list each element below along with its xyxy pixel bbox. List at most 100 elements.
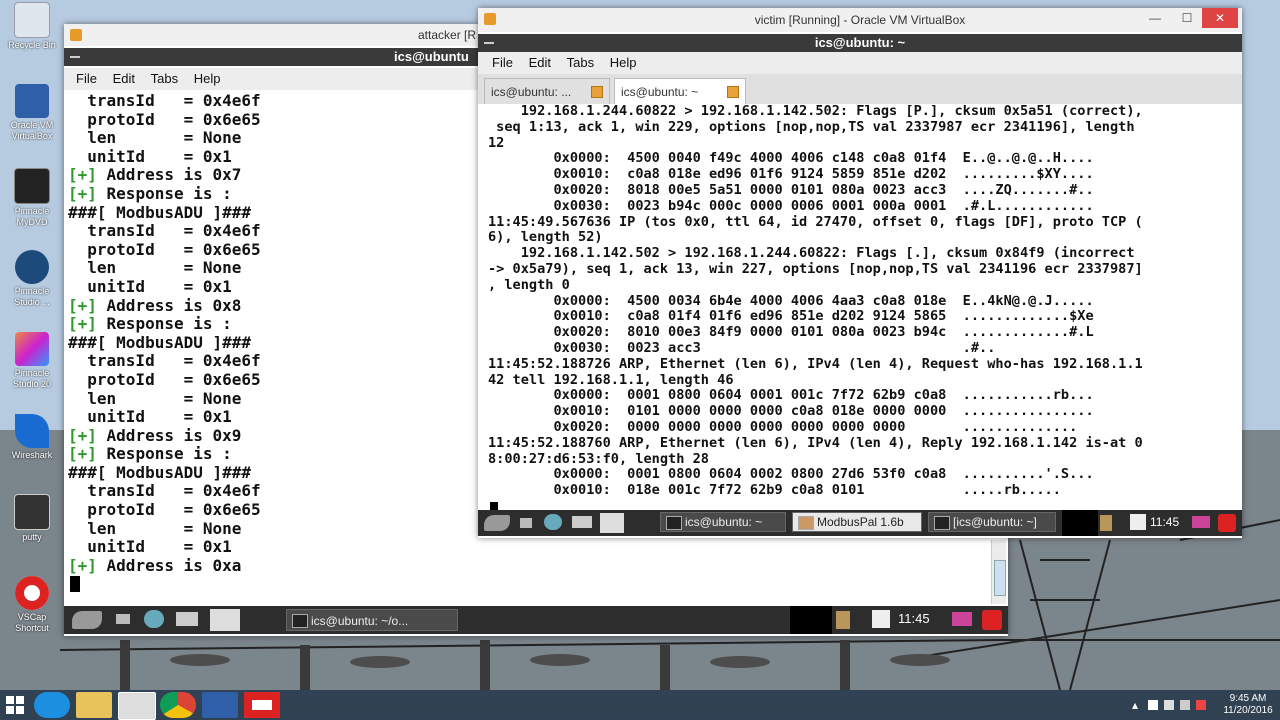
taskbar-button-terminal-active[interactable]: [ics@ubuntu: ~]	[928, 512, 1056, 532]
taskbar-button-modbuspal[interactable]: ModbusPal 1.6b	[792, 512, 922, 532]
desktop-icon-putty[interactable]: putty	[4, 494, 60, 543]
terminal-line: 192.168.1.244.60822 > 192.168.1.142.502:…	[488, 104, 1143, 119]
tray-chevron-icon[interactable]: ▴	[1132, 698, 1138, 712]
terminal-line: 0x0000: 0001 0800 0604 0002 0800 27d6 53…	[488, 466, 1094, 483]
victim-terminal-output[interactable]: 192.168.1.244.60822 > 192.168.1.142.502:…	[488, 104, 1238, 514]
scrollbar-thumb[interactable]	[994, 560, 1006, 596]
desktop-icon-pinnacle-mydvd[interactable]: Pinnacle MyDVD	[4, 168, 60, 228]
network-tray-icon[interactable]	[1164, 700, 1174, 710]
menu-edit[interactable]: Edit	[523, 52, 557, 70]
tab-terminal-2[interactable]: ics@ubuntu: ~	[614, 78, 746, 104]
taskbar-button-terminal[interactable]: ics@ubuntu: ~/o...	[286, 609, 458, 631]
status-prefix: [+]	[68, 425, 97, 445]
terminal-line: 0x0030: 0023 acc3 .#..	[488, 339, 996, 356]
minimize-all-icon[interactable]	[116, 614, 130, 624]
flag-tray-icon[interactable]	[1196, 700, 1206, 710]
line-text: Address is 0xa	[96, 555, 242, 575]
terminal-line: 192.168.1.142.502 > 192.168.1.244.60822:…	[488, 245, 1135, 262]
terminal-line: 0x0000: 0001 0800 0604 0001 001c 7f72 62…	[488, 387, 1094, 404]
internet-explorer-icon[interactable]	[34, 692, 70, 718]
terminal-line: seq 1:13, ack 1, win 229, options [nop,n…	[488, 118, 1135, 135]
terminal-line: 0x0020: 8010 00e3 84f9 0000 0101 080a 00…	[488, 324, 1094, 341]
terminal-line: 0x0000: 4500 0034 6b4e 4000 4006 4aa3 c0…	[488, 292, 1094, 309]
minimize-button[interactable]: —	[1140, 8, 1170, 28]
desktop-icon-vscap[interactable]: VSCap Shortcut	[4, 576, 60, 634]
virtualbox-icon	[70, 29, 82, 41]
desktop-icon-recycle-bin[interactable]: Recycle Bin	[4, 2, 60, 51]
terminal-icon	[666, 516, 682, 530]
clipboard-icon[interactable]	[1100, 515, 1112, 531]
windows-taskbar: ▴ 9:45 AM 11/20/2016	[0, 690, 1280, 720]
close-button[interactable]: ✕	[1202, 8, 1238, 28]
menu-help[interactable]: Help	[188, 68, 227, 86]
terminal-icon	[292, 614, 308, 628]
victim-tab-bar: ics@ubuntu: ... ics@ubuntu: ~	[478, 74, 1242, 104]
putty-icon	[14, 494, 50, 530]
volume-tray-icon[interactable]	[1180, 700, 1190, 710]
line-text: len = None	[68, 128, 242, 148]
menu-tabs[interactable]: Tabs	[561, 52, 600, 70]
tab-terminal-1[interactable]: ics@ubuntu: ...	[484, 78, 610, 104]
desktop-icon-pinnacle-studio-20[interactable]: Pinnacle Studio 20	[4, 332, 60, 390]
desktop-icon-wireshark[interactable]: Wireshark	[4, 414, 60, 461]
line-text: Response is :	[96, 183, 232, 203]
action-center-icon[interactable]	[1148, 700, 1158, 710]
menu-edit[interactable]: Edit	[107, 68, 141, 86]
play-icon	[15, 332, 49, 366]
media-app-icon[interactable]	[118, 692, 156, 720]
close-tab-icon[interactable]	[591, 86, 603, 98]
system-clock[interactable]: 9:45 AM 11/20/2016	[1220, 693, 1276, 717]
desktop-switch-icon[interactable]	[210, 609, 240, 631]
clipboard-icon[interactable]	[836, 611, 850, 629]
virtualbox-taskbar-icon[interactable]	[202, 692, 238, 718]
desktop-icon-virtualbox[interactable]: Oracle VM VirtualBox	[4, 84, 60, 142]
lxde-menu-icon[interactable]	[484, 515, 510, 531]
studio-icon	[15, 250, 49, 284]
screen-icon[interactable]	[952, 612, 972, 626]
lxde-menu-icon[interactable]	[72, 611, 102, 629]
record-icon	[15, 576, 49, 610]
windows-start-icon[interactable]	[6, 696, 24, 714]
close-tab-icon[interactable]	[727, 86, 739, 98]
attacker-scrollbar[interactable]	[991, 540, 1006, 604]
terminal-line: 42 tell 192.168.1.1, length 46	[488, 371, 734, 388]
search-icon[interactable]	[872, 610, 890, 628]
file-explorer-icon[interactable]	[76, 692, 112, 718]
chrome-icon[interactable]	[160, 692, 196, 718]
power-icon[interactable]	[982, 610, 1002, 630]
victim-window-titlebar[interactable]: victim [Running] - Oracle VM VirtualBox …	[478, 8, 1242, 32]
workspace-icon[interactable]	[176, 612, 198, 626]
workspace-icon[interactable]	[572, 516, 592, 528]
window-menu-icon[interactable]	[484, 42, 494, 44]
menu-help[interactable]: Help	[604, 52, 643, 70]
taskbar-button-terminal[interactable]: ics@ubuntu: ~	[660, 512, 786, 532]
screen-icon[interactable]	[1192, 516, 1210, 528]
window-menu-icon[interactable]	[70, 56, 80, 58]
line-text: len = None	[68, 518, 242, 538]
virtualbox-icon	[484, 13, 496, 25]
terminal-line: 0x0010: 0101 0000 0000 0000 c0a8 018e 00…	[488, 403, 1094, 420]
line-text: unitId = 0x1	[68, 537, 232, 557]
line-text: protoId = 0x6e65	[68, 500, 261, 520]
menu-tabs[interactable]: Tabs	[145, 68, 184, 86]
victim-vm-window[interactable]: victim [Running] - Oracle VM VirtualBox …	[478, 8, 1242, 538]
terminal-line: 0x0020: 0000 0000 0000 0000 0000 0000 00…	[488, 418, 1078, 435]
power-icon[interactable]	[1218, 514, 1236, 532]
search-icon[interactable]	[1130, 514, 1146, 530]
minimize-all-icon[interactable]	[520, 518, 532, 528]
attacker-clock: 11:45	[898, 611, 930, 626]
desktop-switch-icon[interactable]	[600, 513, 624, 533]
menu-file[interactable]: File	[486, 52, 519, 70]
menu-file[interactable]: File	[70, 68, 103, 86]
vscap-taskbar-icon[interactable]	[244, 692, 280, 718]
network-icon[interactable]	[144, 610, 164, 628]
network-icon[interactable]	[544, 514, 562, 530]
recycle-bin-icon	[14, 2, 50, 38]
line-text: transId = 0x4e6f	[68, 351, 261, 371]
desktop-icon-pinnacle-studio[interactable]: Pinnacle Studio ...	[4, 250, 60, 308]
victim-terminal-title[interactable]: ics@ubuntu: ~	[478, 34, 1242, 52]
maximize-button[interactable]: ☐	[1172, 8, 1202, 28]
line-text: Address is 0x7	[96, 165, 242, 185]
dvd-icon	[14, 168, 50, 204]
terminal-line: , length 0	[488, 276, 570, 293]
